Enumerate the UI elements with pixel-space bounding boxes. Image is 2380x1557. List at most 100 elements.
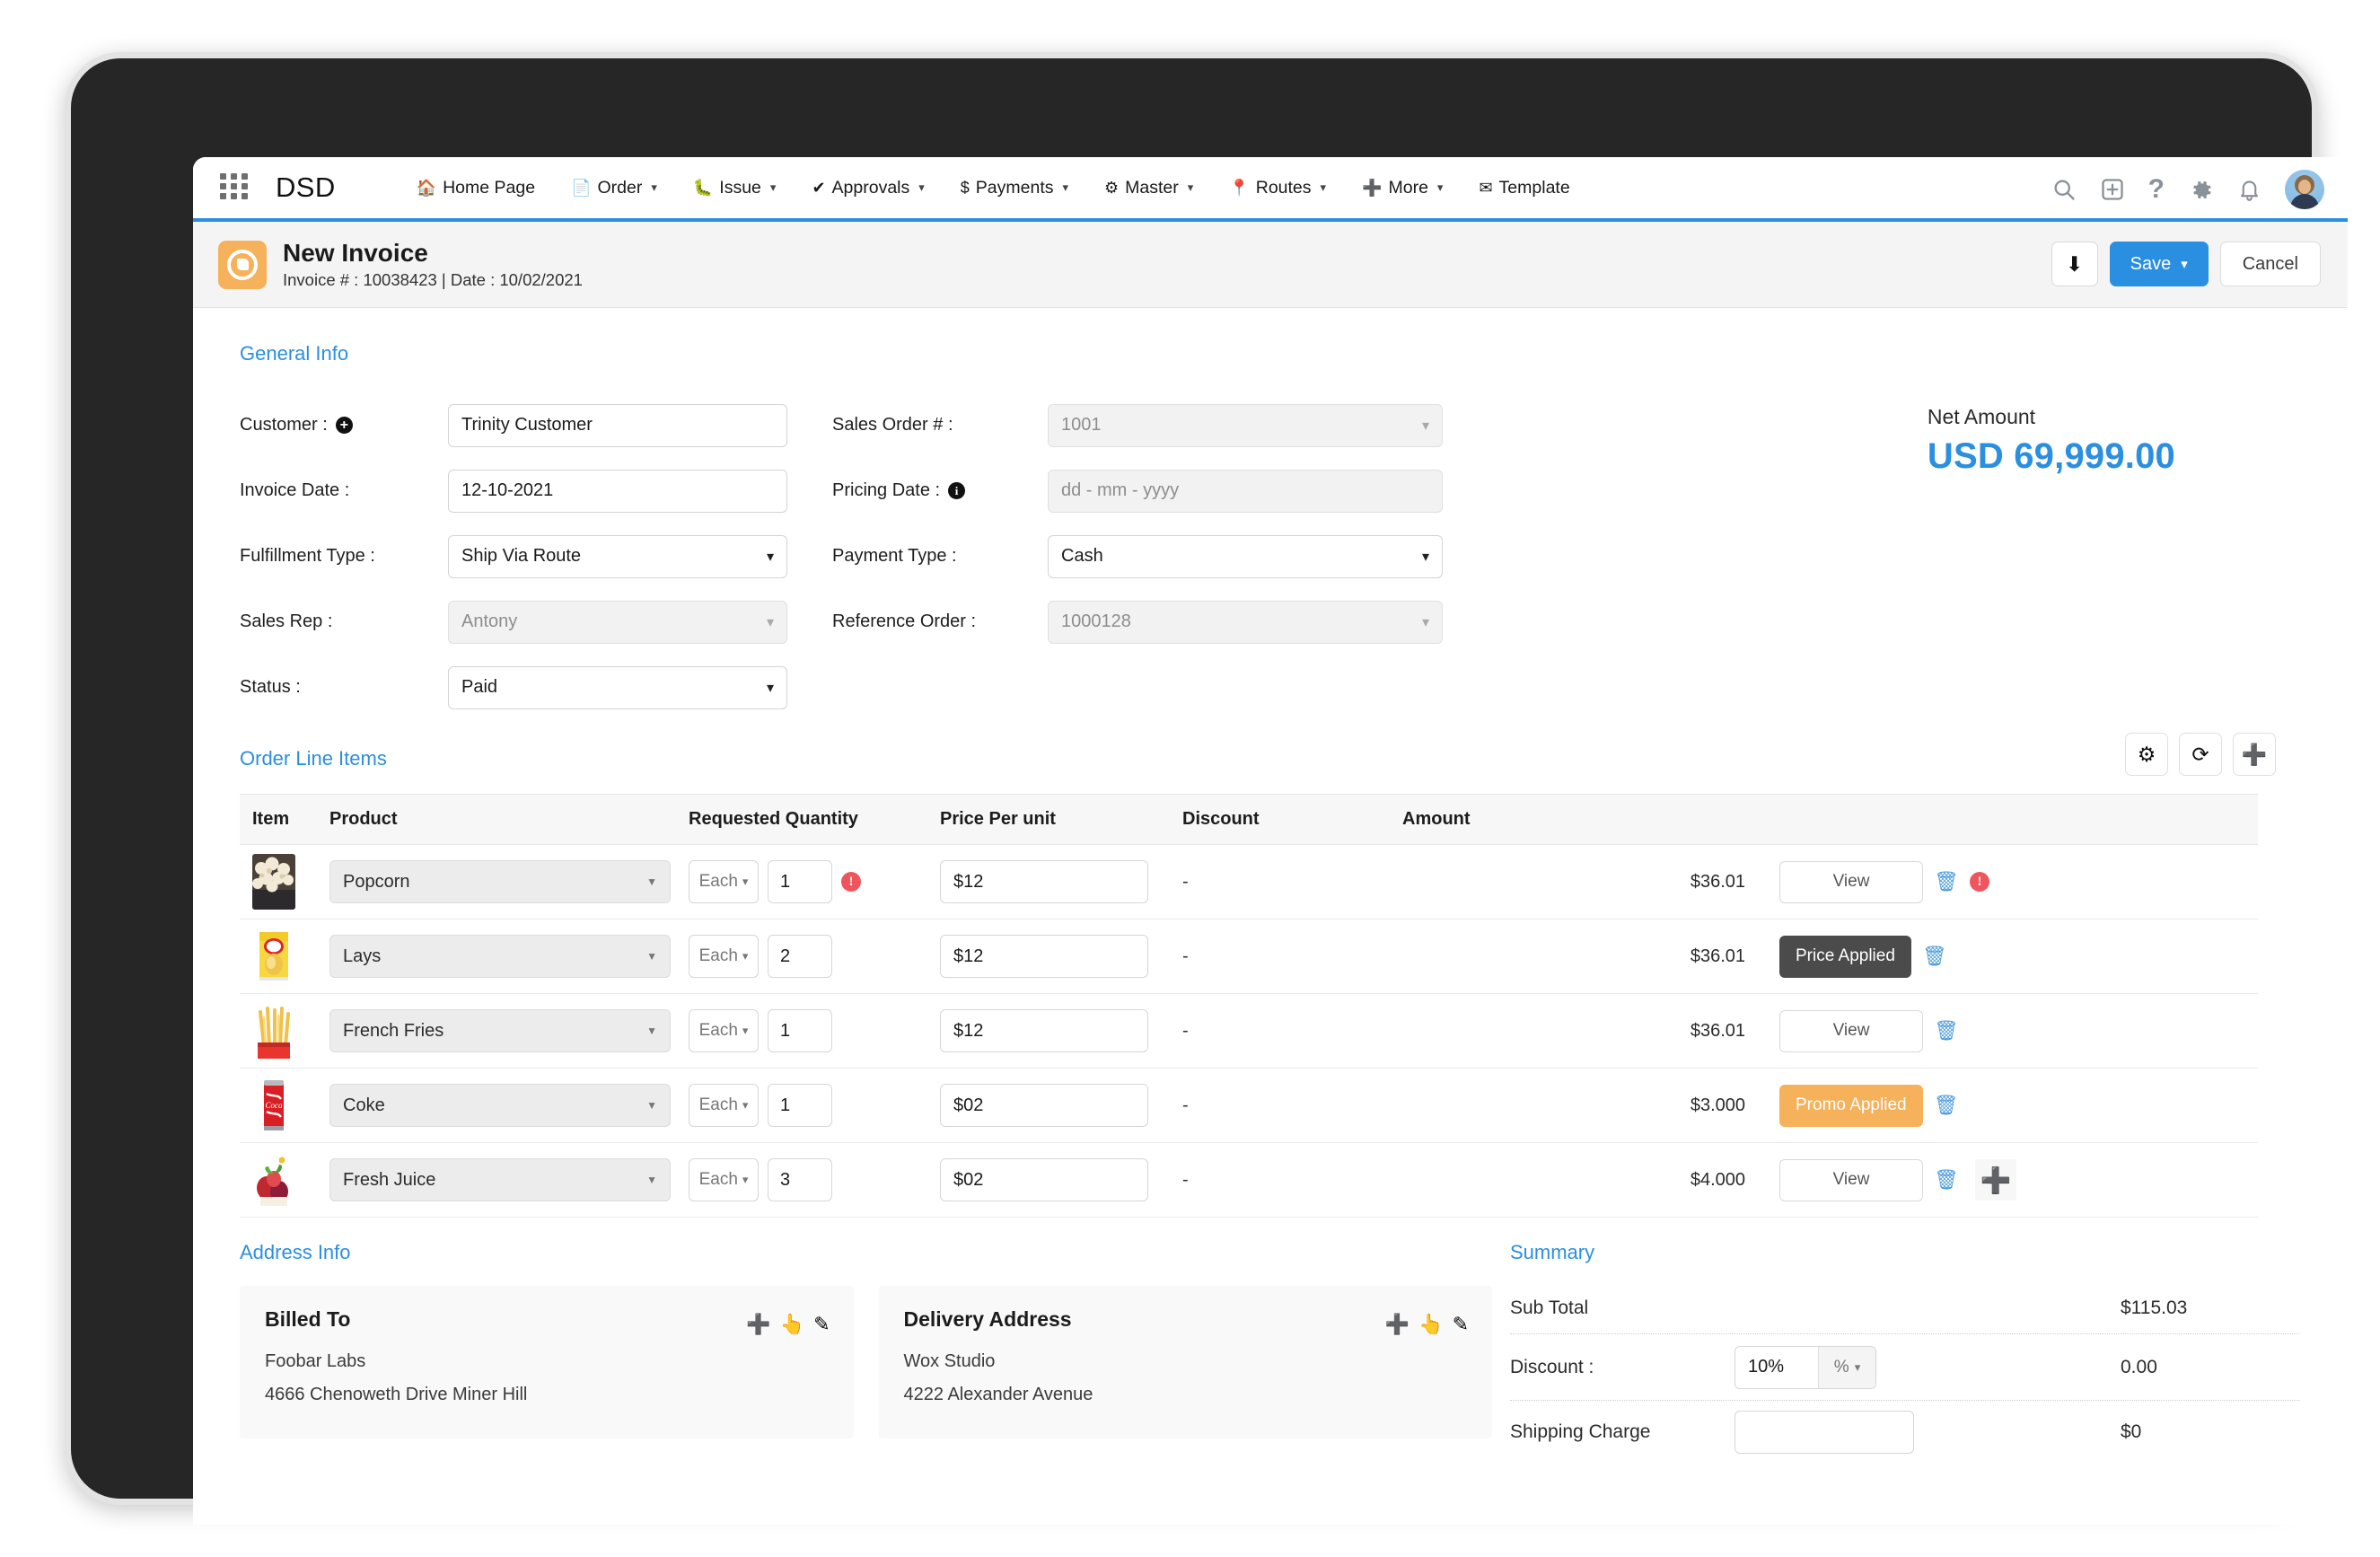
- product-select[interactable]: Popcorn ▼: [329, 860, 671, 903]
- summary-row-sub-total: Sub Total $115.03: [1510, 1282, 2300, 1334]
- nav-item-payments[interactable]: $ Payments ▾: [943, 171, 1086, 206]
- nav-item-routes[interactable]: 📍 Routes ▾: [1211, 171, 1344, 206]
- price-input[interactable]: $12: [940, 860, 1148, 903]
- refresh-icon[interactable]: ⟳: [2179, 733, 2222, 776]
- search-icon[interactable]: [2051, 177, 2077, 202]
- quantity-input[interactable]: 1: [768, 860, 832, 903]
- product-select[interactable]: Fresh Juice ▼: [329, 1158, 671, 1201]
- quantity-input[interactable]: 3: [768, 1158, 832, 1201]
- address-cards: Billed To ➕ 👆 ✎ Foobar Labs 4666 Chenowe…: [240, 1286, 1492, 1438]
- delete-icon[interactable]: 🗑: [1934, 870, 1959, 893]
- uom-select[interactable]: Each ▾: [689, 1158, 759, 1201]
- field-label-fulfillment-type: Fulfillment Type :: [240, 546, 375, 566]
- hand-pointer-icon[interactable]: 👆: [1418, 1313, 1443, 1336]
- quantity-input[interactable]: 1: [768, 1009, 832, 1052]
- pencil-icon[interactable]: ✎: [1453, 1313, 1469, 1336]
- hand-pointer-icon[interactable]: 👆: [780, 1313, 804, 1336]
- sales-order-select[interactable]: 1001 ▾: [1048, 403, 1443, 447]
- info-icon[interactable]: i: [948, 482, 966, 499]
- billed-to-card: Billed To ➕ 👆 ✎ Foobar Labs 4666 Chenowe…: [240, 1286, 854, 1438]
- plus-circle-icon[interactable]: +: [335, 417, 353, 434]
- price-input[interactable]: $12: [940, 935, 1148, 978]
- view-button[interactable]: View: [1779, 1158, 1923, 1201]
- plus-icon[interactable]: ➕: [746, 1313, 770, 1336]
- table-row: Coca Coke ▼ Each ▾ 1 $02 - $3.000 Promo …: [240, 1068, 2258, 1143]
- price-input[interactable]: $12: [940, 1009, 1148, 1052]
- delete-icon[interactable]: 🗑: [1922, 945, 1947, 968]
- add-box-icon[interactable]: [2100, 177, 2125, 202]
- gear-icon[interactable]: ⚙: [2125, 733, 2168, 776]
- bell-icon[interactable]: [2237, 178, 2261, 202]
- price-applied-badge[interactable]: Price Applied: [1779, 935, 1911, 978]
- reference-order-select[interactable]: 1000128 ▾: [1048, 600, 1443, 644]
- customer-input[interactable]: Trinity Customer: [448, 403, 787, 447]
- avatar[interactable]: [2285, 170, 2324, 209]
- section-title-summary: Summary: [1510, 1241, 1595, 1263]
- help-icon[interactable]: ?: [2148, 174, 2165, 205]
- uom-select[interactable]: Each ▾: [689, 1009, 759, 1052]
- row-warning-icon[interactable]: !: [1969, 872, 1989, 892]
- invoice-date-input[interactable]: 12-10-2021: [448, 469, 787, 513]
- discount-unit-select[interactable]: % ▾: [1818, 1346, 1875, 1388]
- field-label-reference-order: Reference Order :: [832, 611, 977, 631]
- add-row-icon[interactable]: ➕: [1974, 1159, 2016, 1201]
- cell-price: $12: [940, 844, 1182, 919]
- fulfillment-type-select[interactable]: Ship Via Route ▾: [448, 534, 787, 578]
- pencil-icon[interactable]: ✎: [813, 1313, 830, 1336]
- col-actions: [1779, 794, 2258, 845]
- status-select[interactable]: Paid ▾: [448, 665, 787, 709]
- delete-icon[interactable]: 🗑: [1934, 1094, 1959, 1117]
- chevron-down-icon: ▼: [646, 1099, 657, 1112]
- payment-type-select[interactable]: Cash ▾: [1048, 534, 1443, 578]
- uom-select[interactable]: Each ▾: [689, 935, 759, 978]
- field-label-sales-rep: Sales Rep :: [240, 611, 333, 631]
- shipping-charge-input[interactable]: [1735, 1411, 1914, 1454]
- save-button[interactable]: Save ▾: [2109, 242, 2209, 286]
- cell-actions: View 🗑 !: [1779, 844, 2258, 919]
- cancel-button[interactable]: Cancel: [2219, 242, 2321, 286]
- price-input[interactable]: $02: [940, 1084, 1148, 1127]
- col-price-per-unit: Price Per unit: [940, 794, 1182, 845]
- chevron-down-icon: ▾: [651, 180, 657, 194]
- nav-item-approvals[interactable]: ✔ Approvals ▾: [794, 171, 942, 206]
- quantity-input[interactable]: 1: [768, 1084, 832, 1127]
- nav-item-home-page[interactable]: 🏠 Home Page: [399, 171, 553, 206]
- uom-select[interactable]: Each ▾: [689, 860, 759, 903]
- view-button[interactable]: View: [1779, 860, 1923, 903]
- shipping-charge-value: $0: [2121, 1421, 2142, 1442]
- product-select[interactable]: Coke ▼: [329, 1084, 671, 1127]
- nav-item-issue[interactable]: 🐛 Issue ▾: [675, 171, 795, 206]
- price-input[interactable]: $02: [940, 1158, 1148, 1201]
- pricing-date-input[interactable]: dd - mm - yyyy: [1048, 469, 1443, 513]
- cell-product: Coke ▼: [329, 1068, 689, 1143]
- gear-icon[interactable]: [2188, 177, 2214, 203]
- discount-value-input[interactable]: 10%: [1735, 1347, 1818, 1388]
- sales-rep-select[interactable]: Antony ▾: [448, 600, 787, 644]
- cell-actions: View 🗑: [1779, 993, 2258, 1069]
- uom-select[interactable]: Each ▾: [689, 1084, 759, 1127]
- quantity-warning-icon[interactable]: !: [841, 872, 861, 892]
- billed-to-line2: 4666 Chenoweth Drive Miner Hill: [265, 1385, 528, 1404]
- plus-icon[interactable]: ➕: [1385, 1313, 1410, 1336]
- chevron-down-icon: ▾: [1062, 180, 1069, 194]
- delete-icon[interactable]: 🗑: [1934, 1168, 1959, 1192]
- quantity-input[interactable]: 2: [768, 935, 832, 978]
- nav-item-master[interactable]: ⚙ Master ▾: [1086, 171, 1211, 206]
- nav-item-more[interactable]: ➕ More ▾: [1344, 171, 1461, 206]
- nav-item-template[interactable]: ✉ Template: [1461, 171, 1587, 206]
- field-row-status: Status : Paid ▾: [240, 655, 832, 720]
- add-circle-icon[interactable]: ➕: [2233, 733, 2276, 776]
- promo-applied-badge[interactable]: Promo Applied: [1779, 1084, 1923, 1127]
- app-brand-logo[interactable]: DSD: [276, 172, 336, 204]
- cell-amount: $36.01: [1402, 919, 1779, 994]
- nav-label: Home Page: [443, 177, 536, 198]
- download-button[interactable]: ⬇: [2051, 242, 2098, 286]
- nav-item-order[interactable]: 📄 Order ▾: [553, 171, 675, 206]
- product-select[interactable]: French Fries ▼: [329, 1009, 671, 1052]
- product-select[interactable]: Lays ▼: [329, 935, 671, 978]
- view-button[interactable]: View: [1779, 1009, 1923, 1052]
- delete-icon[interactable]: 🗑: [1934, 1019, 1959, 1042]
- cell-price: $02: [940, 1142, 1182, 1218]
- cell-quantity: Each ▾ 3: [689, 1142, 940, 1218]
- grid-apps-icon[interactable]: [220, 173, 256, 202]
